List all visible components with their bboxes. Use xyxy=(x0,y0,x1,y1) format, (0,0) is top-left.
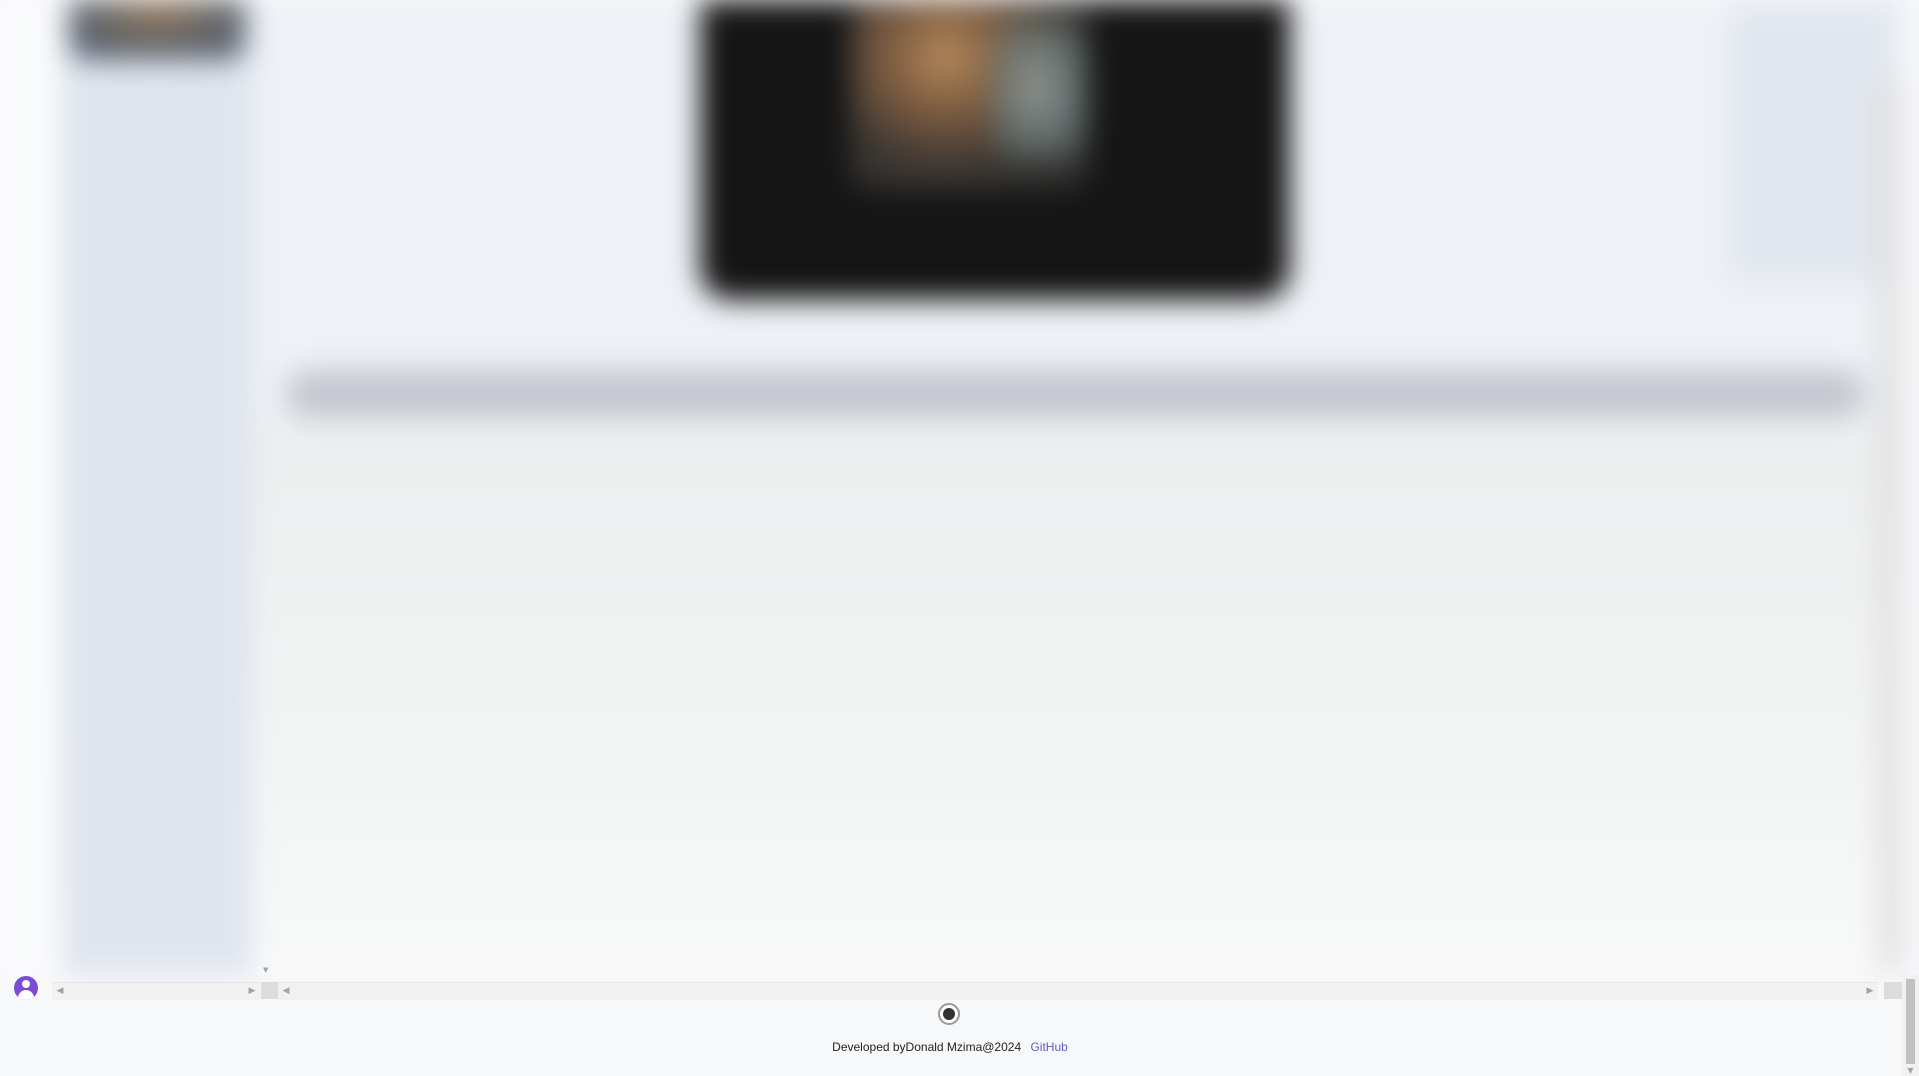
scroll-left-icon[interactable]: ◀ xyxy=(278,983,294,1000)
scrollbar-thumb[interactable] xyxy=(1906,979,1915,1064)
sidebar-thumbnail xyxy=(70,0,245,60)
left-edge xyxy=(0,0,60,975)
sidebar-horizontal-scrollbar[interactable]: ◀ ▶ xyxy=(52,982,260,1000)
scrollbar-corner xyxy=(1884,982,1902,999)
video-title-bar xyxy=(285,370,1865,418)
avatar-body xyxy=(18,990,34,1000)
scroll-down-icon[interactable]: ▼ xyxy=(1902,1066,1919,1076)
record-dot xyxy=(943,1008,955,1020)
main-horizontal-scrollbar[interactable]: ◀ ▶ xyxy=(278,982,1878,1000)
avatar-head xyxy=(22,980,30,988)
record-icon[interactable] xyxy=(938,1003,960,1025)
app-page: ▼ ◀ ▶ ◀ ▶ ▼ Developed byDonald Mzima@202… xyxy=(0,0,1919,1076)
blurred-content xyxy=(0,0,1900,975)
footer-credit: Developed byDonald Mzima@2024 xyxy=(832,1040,1022,1054)
video-frame-detail xyxy=(990,20,1090,160)
footer: Developed byDonald Mzima@2024 GitHub xyxy=(0,1040,1900,1054)
right-panel xyxy=(1730,0,1900,280)
right-edge xyxy=(1880,80,1900,970)
user-avatar-icon[interactable] xyxy=(14,976,38,1000)
github-link[interactable]: GitHub xyxy=(1030,1040,1067,1054)
scrollbar-corner xyxy=(261,982,278,999)
scroll-right-icon[interactable]: ▶ xyxy=(244,983,260,1000)
scroll-left-icon[interactable]: ◀ xyxy=(52,983,68,1000)
page-vertical-scrollbar[interactable]: ▼ xyxy=(1902,975,1919,1076)
scroll-right-icon[interactable]: ▶ xyxy=(1862,983,1878,1000)
left-sidebar xyxy=(62,0,252,975)
chevron-down-icon[interactable]: ▼ xyxy=(263,966,268,974)
